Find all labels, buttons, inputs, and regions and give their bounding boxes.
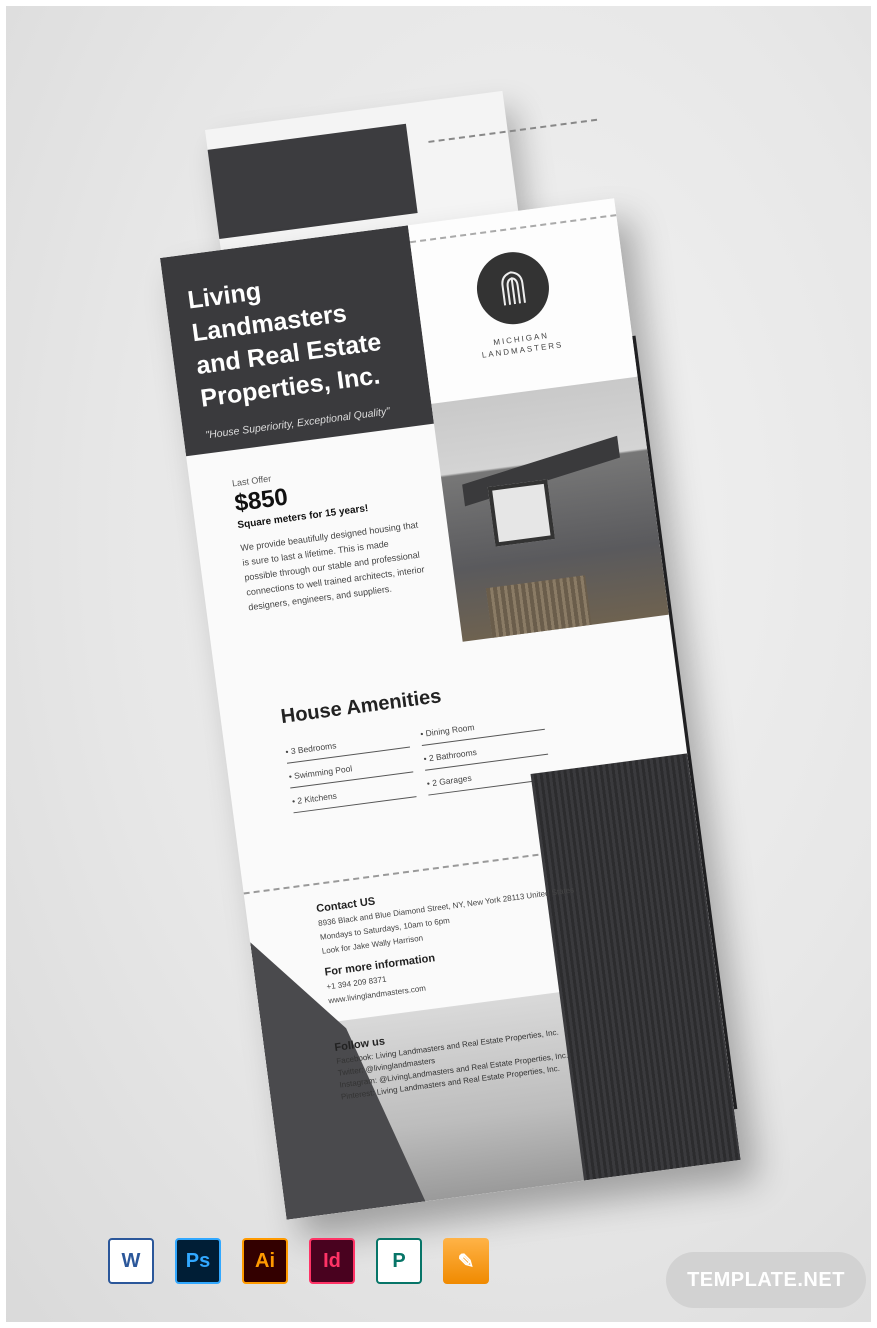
flyer-mockup: Living Landmasters and Real Estate Prope… [0, 0, 877, 1328]
offer-section: Last Offer $850 Square meters for 15 yea… [231, 452, 447, 615]
logo-panel: MICHIGAN LANDMASTERS [407, 198, 638, 404]
company-name: Living Landmasters and Real Estate Prope… [185, 277, 383, 413]
house-fence [485, 575, 592, 638]
offer-body: We provide beautifully designed housing … [239, 519, 426, 613]
house-window [487, 479, 556, 547]
word-icon[interactable]: W [108, 1238, 154, 1284]
brand-watermark: TEMPLATE.NET [666, 1252, 866, 1308]
publisher-icon[interactable]: P [376, 1238, 422, 1284]
amenities-section: House Amenities • 3 Bedrooms • Dining Ro… [280, 672, 552, 814]
back-flyer-header [207, 123, 418, 240]
indesign-icon[interactable]: Id [309, 1238, 355, 1284]
front-flyer-card: Living Landmasters and Real Estate Prope… [160, 198, 741, 1220]
photoshop-icon[interactable]: Ps [175, 1238, 221, 1284]
illustrator-icon[interactable]: Ai [242, 1238, 288, 1284]
software-icons: W Ps Ai Id P ✎ [108, 1238, 489, 1284]
back-flyer-dashed-line [428, 118, 598, 143]
logo-text: MICHIGAN LANDMASTERS [481, 330, 564, 360]
pages-icon[interactable]: ✎ [443, 1238, 489, 1284]
flyer-hero: Living Landmasters and Real Estate Prope… [160, 225, 434, 457]
company-logo-icon [472, 247, 554, 329]
house-photo [431, 376, 669, 642]
